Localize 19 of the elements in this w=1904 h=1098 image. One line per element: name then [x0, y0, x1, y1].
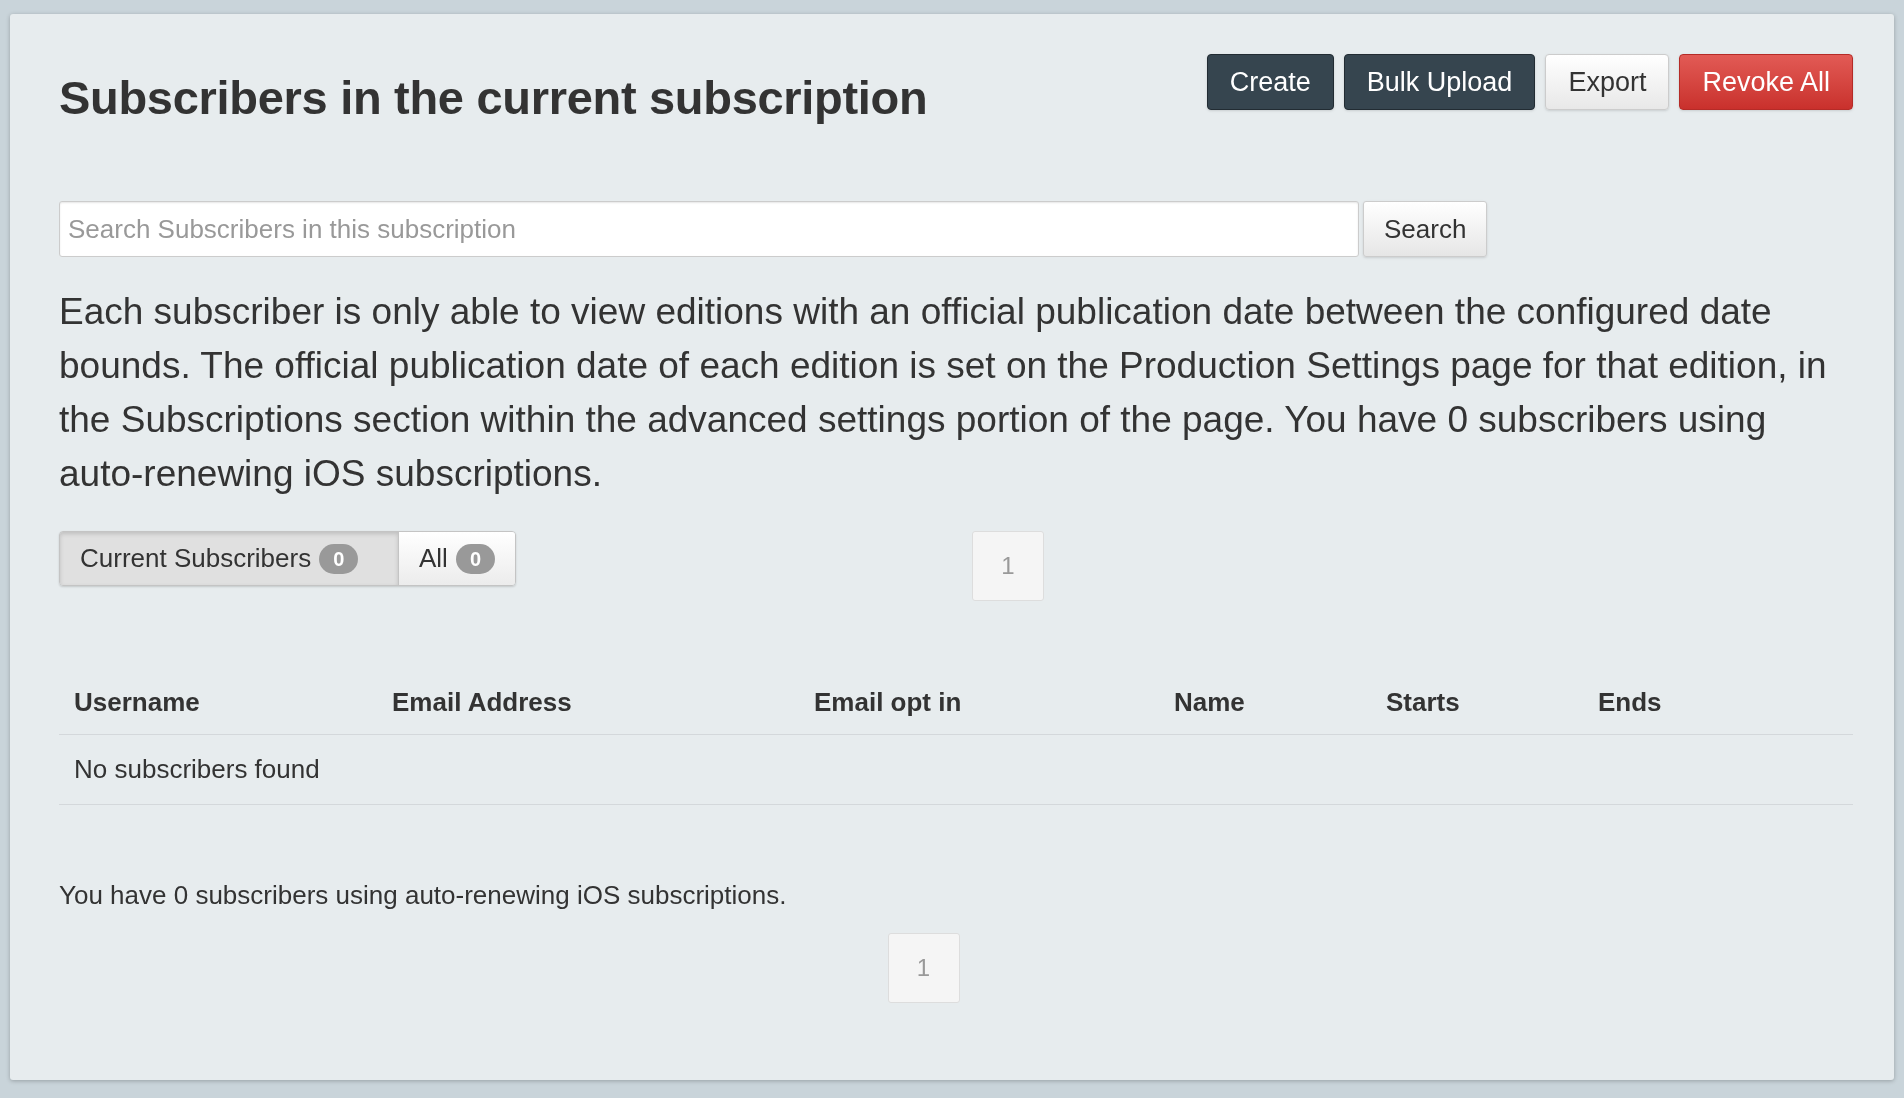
column-header: Starts — [1385, 686, 1461, 719]
footer-note: You have 0 subscribers using auto-renewing iOS subscriptions. — [59, 879, 788, 912]
action-button[interactable]: Bulk Upload — [1343, 54, 1536, 110]
column-header: Ends — [1597, 686, 1663, 719]
search-button[interactable]: Search — [1363, 201, 1488, 257]
action-button[interactable]: Revoke All — [1679, 54, 1853, 110]
column-header: Username — [73, 686, 201, 719]
filter-tab[interactable]: Current Subscribers 0 — [60, 532, 398, 585]
empty-table-message: No subscribers found — [74, 753, 320, 786]
column-header: Name — [1173, 686, 1246, 719]
action-button[interactable]: Export — [1545, 54, 1670, 110]
filter-tab[interactable]: All 0 — [397, 532, 515, 585]
action-button[interactable]: Create — [1206, 54, 1334, 110]
column-header: Email opt in — [813, 686, 963, 719]
search-field[interactable]: Search Subscribers in this subscription — [59, 201, 1359, 257]
count-badge: 0 — [319, 543, 359, 574]
count-badge: 0 — [455, 543, 495, 574]
column-header: Email Address — [391, 686, 573, 719]
description-paragraph: Each subscriber is only able to view editions with an official publication date between the configured date bounds. The official publication date of each edition is set on the Production Settings page for that edition, in the Subscriptions section within the advanced settings portion of the page. You have 0 subscribers using auto-renewing iOS subscriptions. — [59, 290, 1828, 496]
